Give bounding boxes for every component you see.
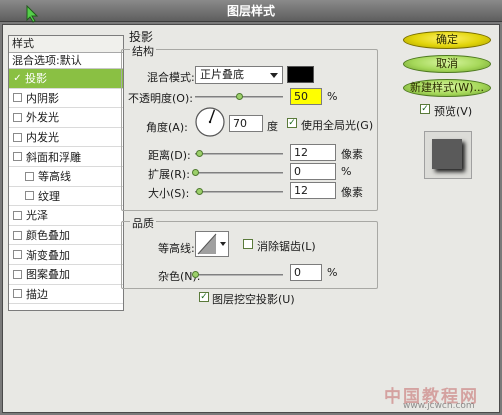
- checkbox[interactable]: [13, 230, 22, 240]
- preview-swatch: [432, 139, 462, 169]
- checkbox[interactable]: [13, 250, 22, 260]
- structure-title: 结构: [130, 43, 156, 59]
- checkbox[interactable]: [13, 210, 22, 220]
- opacity-label: 不透明度(O):: [128, 92, 193, 105]
- slider-thumb[interactable]: [192, 271, 199, 278]
- global-light-label: 使用全局光(G): [301, 119, 374, 132]
- blend-mode-label: 混合模式:: [147, 71, 195, 84]
- spread-input[interactable]: 0: [290, 163, 336, 180]
- sidebar-item[interactable]: 渐变叠加: [9, 245, 123, 265]
- contour-curve-icon: [197, 233, 217, 255]
- sidebar-item[interactable]: 内发光: [9, 128, 123, 148]
- sidebar-item-label: 颜色叠加: [26, 229, 70, 243]
- sidebar-item[interactable]: 纹理: [9, 187, 123, 207]
- slider-thumb[interactable]: [236, 93, 243, 100]
- contour-picker[interactable]: [195, 231, 229, 257]
- sidebar-item-label: 斜面和浮雕: [26, 150, 81, 164]
- opacity-unit: %: [327, 90, 338, 103]
- sidebar-item-label: 内阴影: [26, 91, 59, 105]
- quality-title: 品质: [130, 215, 156, 231]
- ok-button[interactable]: 确定: [403, 31, 491, 49]
- sidebar-item[interactable]: 描边: [9, 285, 123, 305]
- sidebar-item[interactable]: 内阴影: [9, 89, 123, 109]
- sidebar-item-label: 等高线: [38, 170, 71, 184]
- checkbox[interactable]: [13, 132, 22, 142]
- checkbox[interactable]: [13, 112, 22, 122]
- sidebar-item[interactable]: 图案叠加: [9, 265, 123, 285]
- sidebar-item[interactable]: 斜面和浮雕: [9, 147, 123, 167]
- sidebar-item[interactable]: 颜色叠加: [9, 226, 123, 246]
- size-label: 大小(S):: [148, 187, 190, 200]
- checkbox[interactable]: [25, 191, 34, 201]
- angle-input[interactable]: 70: [229, 115, 263, 132]
- size-slider[interactable]: [195, 188, 283, 195]
- window-title: 图层样式: [0, 0, 502, 22]
- distance-slider[interactable]: [195, 150, 283, 157]
- checkbox[interactable]: [13, 289, 22, 299]
- global-light-checkbox[interactable]: ✓: [287, 118, 297, 128]
- cancel-button[interactable]: 取消: [403, 55, 491, 73]
- size-unit: 像素: [341, 186, 363, 199]
- checkbox[interactable]: [13, 93, 22, 103]
- slider-thumb[interactable]: [195, 150, 203, 157]
- sidebar-item-label: 光泽: [26, 209, 48, 223]
- spread-slider[interactable]: [192, 169, 283, 176]
- shadow-color-swatch[interactable]: [287, 66, 314, 83]
- knockout-label: 图层挖空投影(U): [212, 293, 295, 306]
- contour-label: 等高线:: [158, 242, 195, 255]
- styles-list: 样式 混合选项:默认 ✓ 投影内阴影外发光内发光斜面和浮雕等高线纹理光泽颜色叠加渐…: [8, 35, 124, 311]
- distance-label: 距离(D):: [148, 149, 191, 162]
- noise-unit: %: [327, 266, 338, 279]
- distance-input[interactable]: 12: [290, 144, 336, 161]
- watermark-url: www.jcwcn.com: [403, 401, 475, 411]
- sidebar-item[interactable]: 等高线: [9, 167, 123, 187]
- new-style-button[interactable]: 新建样式(W)...: [403, 79, 491, 97]
- sidebar-item-label: 图案叠加: [26, 268, 70, 282]
- size-input[interactable]: 12: [290, 182, 336, 199]
- distance-unit: 像素: [341, 148, 363, 161]
- sidebar-item[interactable]: ✓ 投影: [9, 69, 123, 89]
- spread-unit: %: [341, 165, 352, 178]
- slider-thumb[interactable]: [192, 169, 199, 176]
- blend-mode-select[interactable]: 正片叠底: [195, 66, 283, 84]
- spread-label: 扩展(R):: [148, 168, 190, 181]
- styles-header[interactable]: 样式: [9, 36, 123, 53]
- sidebar-item-label: 内发光: [26, 131, 59, 145]
- noise-slider[interactable]: [192, 271, 283, 278]
- angle-label: 角度(A):: [146, 121, 188, 134]
- preview-label: 预览(V): [434, 105, 473, 118]
- checkmark-icon[interactable]: ✓: [13, 73, 22, 84]
- chevron-down-icon: [270, 73, 278, 78]
- opacity-input[interactable]: 50: [290, 88, 322, 105]
- sidebar-item-label: 投影: [25, 72, 47, 86]
- sidebar-item-label: 纹理: [38, 189, 60, 203]
- sidebar-item[interactable]: 光泽: [9, 206, 123, 226]
- angle-dial[interactable]: [194, 106, 226, 138]
- angle-unit: 度: [267, 120, 278, 133]
- sidebar-item-label: 渐变叠加: [26, 248, 70, 262]
- slider-thumb[interactable]: [196, 188, 204, 195]
- knockout-checkbox[interactable]: ✓: [199, 292, 209, 302]
- sidebar-item[interactable]: 外发光: [9, 108, 123, 128]
- anti-alias-label: 消除锯齿(L): [257, 240, 316, 253]
- checkbox[interactable]: [25, 171, 34, 181]
- mouse-cursor-icon: [26, 5, 39, 23]
- blend-mode-value: 正片叠底: [200, 68, 244, 81]
- noise-input[interactable]: 0: [290, 264, 322, 281]
- preview-checkbox[interactable]: ✓: [420, 104, 430, 114]
- sidebar-item-label: 外发光: [26, 111, 59, 125]
- blend-options-item[interactable]: 混合选项:默认: [9, 53, 123, 69]
- chevron-down-icon: [220, 242, 226, 246]
- checkbox[interactable]: [13, 152, 22, 162]
- anti-alias-checkbox[interactable]: [243, 239, 253, 249]
- checkbox[interactable]: [13, 269, 22, 279]
- sidebar-item-label: 描边: [26, 287, 48, 301]
- opacity-slider[interactable]: [195, 93, 283, 100]
